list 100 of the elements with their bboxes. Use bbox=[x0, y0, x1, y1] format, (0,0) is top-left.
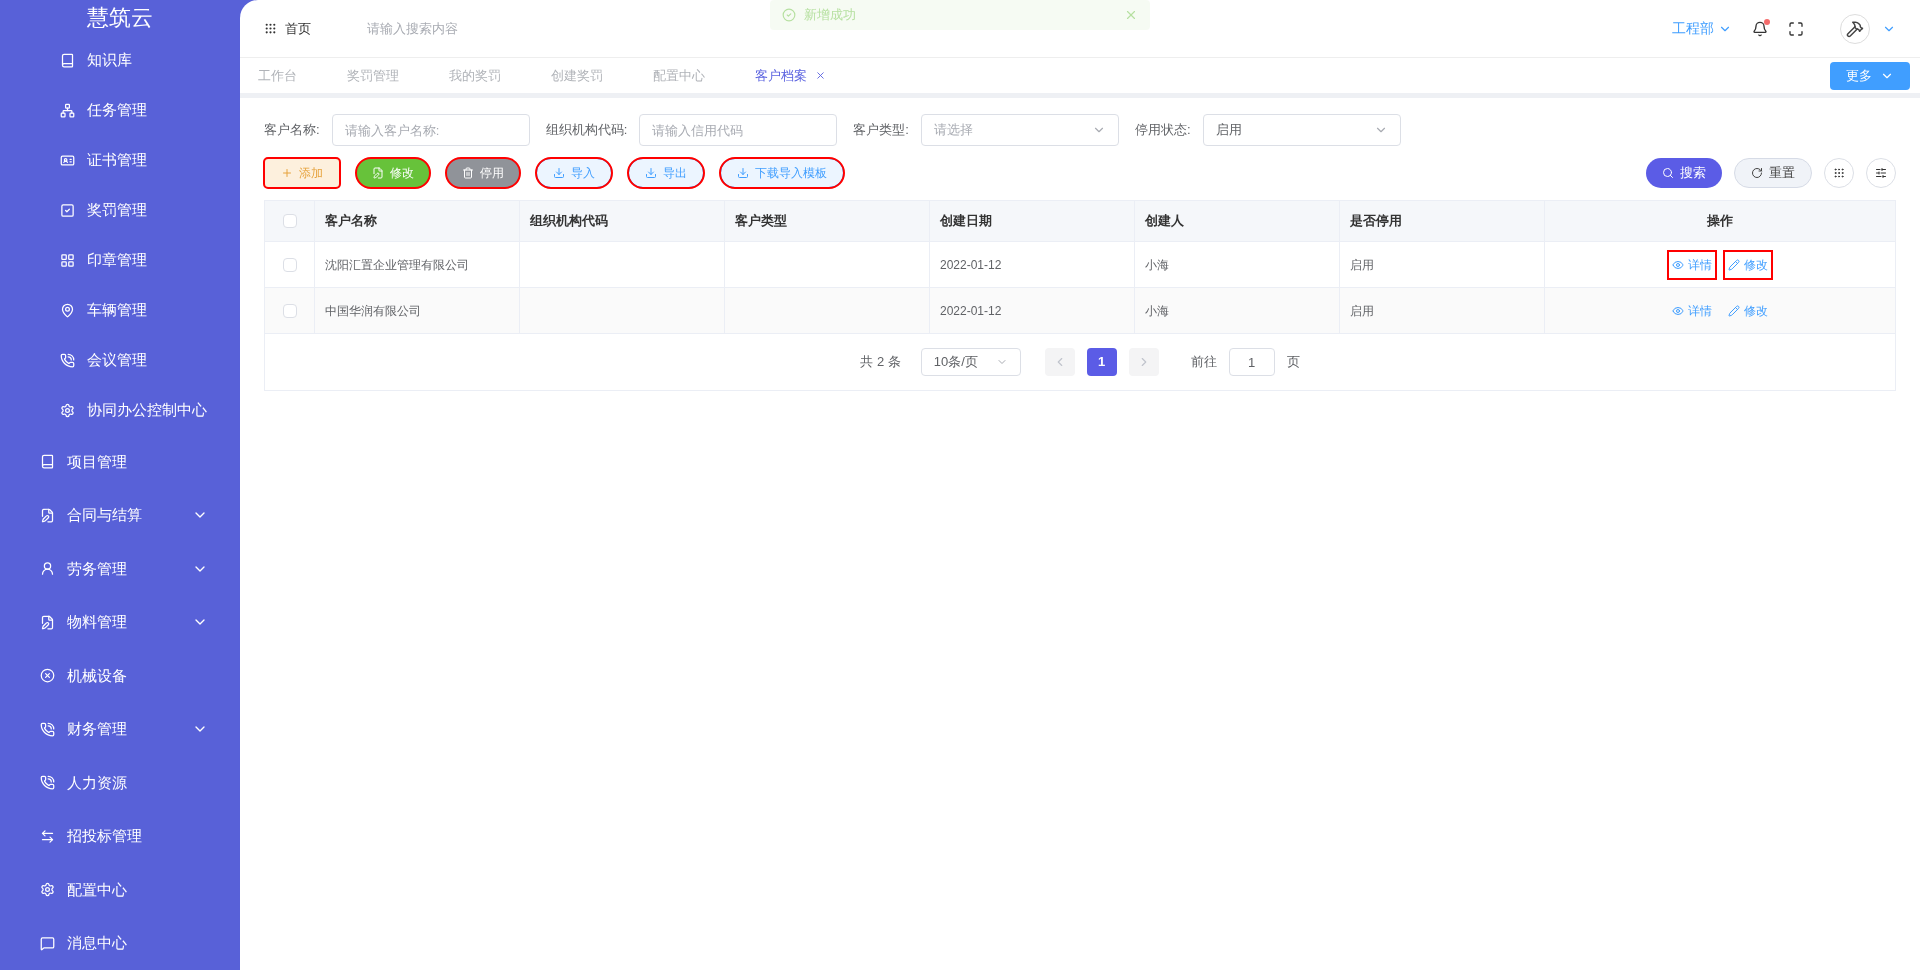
column-header: 操作 bbox=[1707, 212, 1733, 231]
search-icon bbox=[1662, 167, 1674, 179]
column-header: 创建人 bbox=[1145, 212, 1184, 231]
column-header: 是否停用 bbox=[1350, 212, 1402, 231]
menu-icon bbox=[40, 775, 55, 791]
download-icon bbox=[737, 167, 749, 179]
edit-link[interactable]: 修改 bbox=[1724, 296, 1772, 325]
sidebar-item[interactable]: 奖罚管理 bbox=[0, 185, 240, 235]
checkbox[interactable] bbox=[282, 257, 297, 272]
page-button[interactable]: 1 bbox=[1086, 348, 1117, 376]
sidebar-item[interactable]: 证书管理 bbox=[0, 135, 240, 185]
menu-icon bbox=[60, 152, 75, 168]
table-cell-text: 中国华润有限公司 bbox=[325, 302, 421, 320]
grid-icon bbox=[1833, 167, 1845, 179]
menu-icon bbox=[60, 302, 75, 318]
sidebar-item[interactable]: 车辆管理 bbox=[0, 285, 240, 335]
table-cell-text: 2022-01-12 bbox=[940, 256, 1002, 274]
filter-label: 客户名称: bbox=[264, 121, 320, 140]
grid-icon bbox=[264, 22, 277, 35]
menu-icon bbox=[60, 352, 75, 368]
input-field[interactable]: 请输入信用代码 bbox=[639, 114, 838, 146]
sidebar-item[interactable]: 知识库 bbox=[0, 35, 240, 85]
sidebar-item[interactable]: 任务管理 bbox=[0, 85, 240, 135]
edit-link[interactable]: 修改 bbox=[1724, 250, 1772, 279]
menu-icon bbox=[40, 882, 55, 898]
table-cell-text: 2022-01-12 bbox=[940, 302, 1002, 320]
menu-icon bbox=[40, 721, 55, 737]
toolbar-button[interactable]: 导出 bbox=[628, 158, 704, 188]
table-cell-text: 沈阳汇置企业管理有限公司 bbox=[325, 256, 469, 274]
input-field[interactable]: 请输入客户名称: bbox=[331, 114, 530, 146]
table-cell-text: 启用 bbox=[1350, 302, 1374, 320]
sidebar-item[interactable]: 配置中心 bbox=[0, 863, 240, 917]
checkbox[interactable] bbox=[282, 303, 297, 318]
column-header: 组织机构代码 bbox=[530, 212, 608, 231]
page-size-select[interactable]: 10条/页 bbox=[920, 348, 1021, 376]
sidebar-item[interactable]: 印章管理 bbox=[0, 235, 240, 285]
menu-icon bbox=[60, 402, 75, 418]
sidebar-item[interactable]: 人力资源 bbox=[0, 756, 240, 810]
table-cell-text: 小海 bbox=[1145, 302, 1169, 320]
edit-icon bbox=[372, 167, 384, 179]
eye-icon bbox=[1672, 304, 1684, 317]
sidebar-item[interactable]: 财务管理 bbox=[0, 702, 240, 756]
menu-icon bbox=[40, 614, 55, 630]
search-field[interactable]: 请输入搜索内容 bbox=[367, 18, 667, 39]
sidebar-item[interactable]: 劳务管理 bbox=[0, 542, 240, 596]
sidebar-item[interactable]: 协同办公控制中心 bbox=[0, 385, 240, 435]
menu-icon bbox=[60, 102, 75, 118]
sidebar-item[interactable]: 物料管理 bbox=[0, 595, 240, 649]
home-link[interactable]: 首页 bbox=[285, 18, 311, 39]
sidebar-item[interactable]: 机械设备 bbox=[0, 649, 240, 703]
add-icon bbox=[281, 167, 293, 179]
table-cell-text: 启用 bbox=[1350, 256, 1374, 274]
menu-icon bbox=[40, 561, 55, 577]
tab[interactable]: 客户档案 bbox=[755, 65, 807, 86]
select-field[interactable]: 启用 bbox=[1202, 114, 1401, 146]
more-button[interactable]: 更多 bbox=[1830, 61, 1910, 90]
menu-icon bbox=[60, 252, 75, 268]
details-link[interactable]: 详情 bbox=[1668, 296, 1716, 325]
filter-label: 客户类型: bbox=[853, 121, 909, 140]
success-icon bbox=[782, 8, 796, 22]
menu-icon bbox=[40, 454, 55, 470]
column-header: 客户类型 bbox=[735, 212, 787, 231]
toolbar-button[interactable]: 下载导入模板 bbox=[720, 158, 844, 188]
filter-label: 停用状态: bbox=[1134, 121, 1191, 140]
sidebar-item[interactable]: 招投标管理 bbox=[0, 809, 240, 863]
menu-icon bbox=[60, 202, 75, 218]
search-button[interactable]: 搜索 bbox=[1646, 158, 1722, 188]
pencil-icon bbox=[1728, 304, 1740, 317]
download-icon bbox=[645, 167, 657, 179]
menu-icon bbox=[40, 507, 55, 523]
close-icon[interactable] bbox=[815, 70, 826, 81]
reset-button[interactable]: 重置 bbox=[1734, 158, 1812, 188]
menu-icon bbox=[40, 828, 55, 844]
sidebar-item[interactable]: 项目管理 bbox=[0, 435, 240, 489]
total-count: 共 2 条 bbox=[860, 353, 901, 372]
page-input[interactable]: 1 bbox=[1228, 348, 1275, 376]
sidebar-item[interactable]: 消息中心 bbox=[0, 916, 240, 970]
details-link[interactable]: 详情 bbox=[1668, 250, 1716, 279]
column-header: 创建日期 bbox=[940, 212, 992, 231]
toolbar-button[interactable]: 停用 bbox=[446, 158, 520, 188]
table-cell-text: 小海 bbox=[1145, 256, 1169, 274]
sidebar-item[interactable]: 会议管理 bbox=[0, 335, 240, 385]
bell-icon[interactable] bbox=[1752, 20, 1768, 37]
goto-label: 前往 bbox=[1190, 353, 1217, 372]
toast: 新增成功 bbox=[770, 0, 1150, 30]
department-dropdown[interactable]: 工程部 bbox=[1672, 18, 1732, 39]
page-suffix: 页 bbox=[1286, 353, 1300, 372]
checkbox[interactable] bbox=[282, 214, 297, 228]
menu-icon bbox=[60, 52, 75, 68]
download-icon bbox=[553, 167, 565, 179]
toolbar-button[interactable]: 导入 bbox=[536, 158, 612, 188]
sliders-icon bbox=[1875, 167, 1887, 179]
filter-label: 组织机构代码: bbox=[545, 121, 628, 140]
sidebar-item[interactable]: 合同与结算 bbox=[0, 488, 240, 542]
app-title: 慧筑云 bbox=[87, 4, 153, 32]
fullscreen-icon[interactable] bbox=[1788, 20, 1804, 37]
pencil-icon bbox=[1728, 258, 1740, 271]
refresh-icon bbox=[1751, 167, 1763, 179]
column-header: 客户名称 bbox=[325, 212, 377, 231]
menu-icon bbox=[40, 935, 55, 951]
